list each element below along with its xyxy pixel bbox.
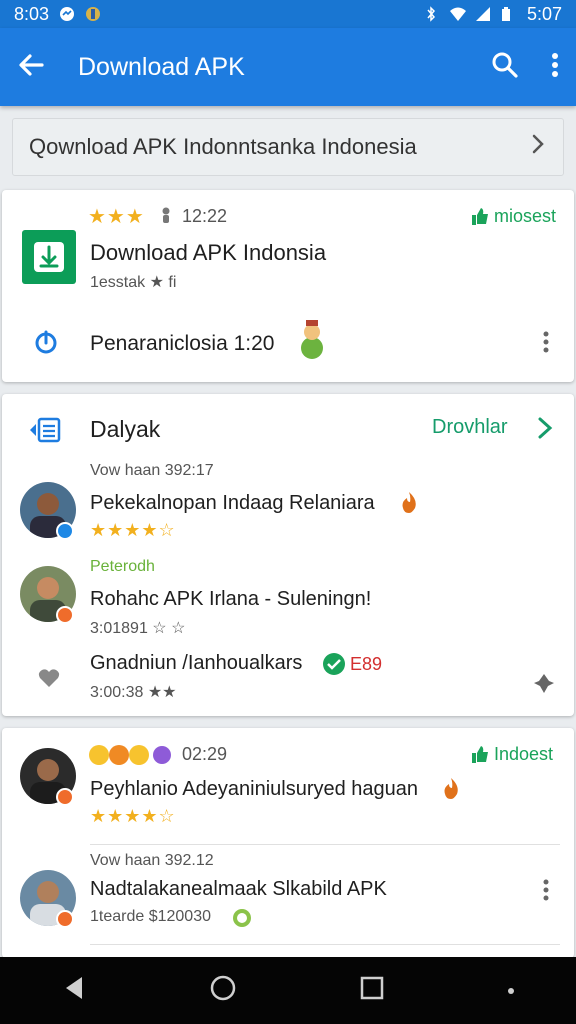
action-text[interactable]: Penaraniclosia 1:20 — [90, 332, 274, 356]
person-icon — [160, 206, 172, 229]
status-time-left: 8:03 — [14, 3, 50, 24]
emoji-reactions-icon — [88, 744, 178, 771]
battery-icon — [501, 6, 517, 22]
status-badge-icon — [56, 910, 74, 928]
more-vert-icon[interactable] — [550, 51, 560, 84]
app-card[interactable]: ★★★ 12:22 miosest Download APK Indonsia … — [2, 190, 574, 382]
review-title[interactable]: Gnadniun /Ianhoualkars — [90, 652, 302, 675]
app-icon — [22, 230, 76, 284]
list-icon — [28, 416, 62, 449]
fire-icon — [398, 490, 420, 519]
reviews-card: 02:29 Indoest Peyhlanio Adeyaniniulsurye… — [2, 728, 574, 958]
status-time-right: 5:07 — [526, 3, 562, 24]
chevron-right-icon[interactable] — [529, 133, 547, 161]
page-title: Download APK — [78, 52, 245, 81]
wifi-icon — [449, 6, 466, 22]
review-title[interactable]: Peyhlanio Adeyaniniulsuryed haguan — [90, 778, 418, 801]
coin-icon — [232, 908, 252, 933]
divider — [90, 944, 560, 945]
card-tag: miosest — [494, 206, 557, 226]
pin-icon[interactable] — [532, 672, 556, 699]
fire-icon — [440, 776, 462, 805]
bluetooth-icon — [423, 6, 439, 22]
row-meta: Vow haan 392:17 — [90, 462, 214, 479]
app-bar: Download APK — [0, 28, 576, 106]
thumb-up-icon — [470, 744, 490, 769]
app-notification-icon — [85, 6, 101, 22]
dot-indicator-icon — [507, 982, 515, 1000]
mascot-icon — [296, 318, 328, 365]
card-tag: Indoest — [494, 744, 554, 764]
home-nav-icon[interactable] — [209, 974, 237, 1007]
review-sub: 1tearde $120030 — [90, 908, 211, 925]
more-vert-icon[interactable] — [542, 878, 550, 907]
count-badge: E89 — [350, 654, 383, 674]
system-nav-bar — [0, 957, 576, 1024]
review-title[interactable]: Nadtalakanealmaak Slkabild APK — [90, 878, 387, 901]
review-sub: 3:01891 ☆ ☆ — [90, 620, 186, 637]
download-icon[interactable] — [32, 328, 60, 361]
status-badge-icon — [56, 788, 74, 806]
check-circle-icon — [322, 652, 346, 681]
status-bar: 8:03 5:07 — [0, 0, 576, 28]
search-text: Qownload APK Indonntsanka Indonesia — [29, 134, 417, 159]
chevron-right-icon[interactable] — [536, 416, 554, 445]
review-title[interactable]: Rohahc APK Irlana - Suleningn! — [90, 588, 371, 611]
card-time: 12:22 — [182, 206, 228, 226]
verified-badge-icon — [56, 522, 74, 540]
back-arrow-icon[interactable] — [16, 50, 46, 85]
messenger-icon — [59, 6, 75, 22]
recents-nav-icon[interactable] — [360, 976, 384, 1005]
back-nav-icon[interactable] — [62, 975, 86, 1006]
review-stars: ★★★★☆ — [90, 520, 176, 540]
card-time: 02:29 — [182, 744, 228, 764]
divider — [90, 844, 560, 845]
search-icon[interactable] — [490, 50, 520, 85]
app-subtitle: 1esstak ★ fi — [90, 274, 177, 291]
more-vert-icon[interactable] — [542, 330, 550, 359]
rating-stars: ★★★ — [88, 206, 145, 228]
reviews-card: Dalyak Drovhlar Vow haan 392:17 Pekekaln… — [2, 394, 574, 716]
status-badge-icon — [56, 606, 74, 624]
search-bar[interactable]: Qownload APK Indonntsanka Indonesia — [12, 118, 564, 176]
row-meta: Peterodh — [90, 558, 155, 575]
section-title: Dalyak — [90, 416, 161, 442]
heart-icon[interactable] — [38, 668, 60, 693]
section-action[interactable]: Drovhlar — [432, 416, 508, 439]
review-stars: ★★★★☆ — [90, 806, 176, 826]
review-title[interactable]: Pekekalnopan Indaag Relaniara — [90, 492, 375, 515]
thumb-up-icon — [470, 206, 490, 231]
review-sub: 3:00:38 ★★ — [90, 684, 177, 701]
row-meta: Vow haan 392.12 — [90, 852, 214, 869]
app-title[interactable]: Download APK Indonsia — [90, 240, 326, 266]
signal-icon — [475, 6, 491, 22]
